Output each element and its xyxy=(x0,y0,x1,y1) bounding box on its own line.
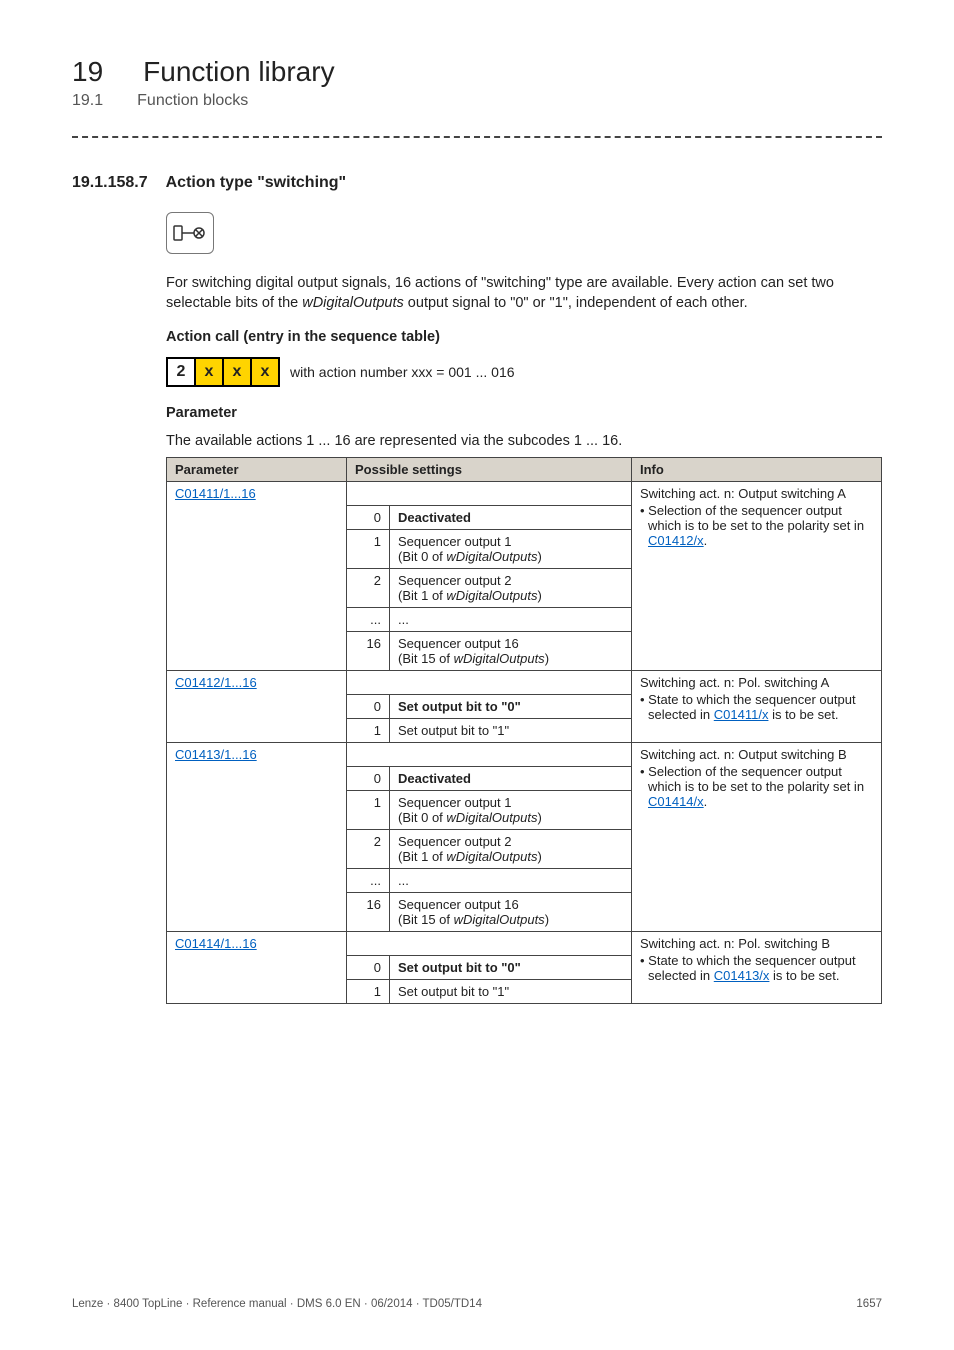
setting-text: Set output bit to "0" xyxy=(390,695,632,719)
intro-text-post: output signal to "0" or "1", independent… xyxy=(404,295,748,311)
info-bullet-post: . xyxy=(704,794,708,809)
parameter-intro: The available actions 1 ... 16 are repre… xyxy=(166,433,882,449)
chapter-title: Function library xyxy=(143,56,334,88)
action-call-heading: Action call (entry in the sequence table… xyxy=(166,329,882,345)
info-bullet-link[interactable]: C01412/x xyxy=(648,533,704,548)
info-cell: Switching act. n: Output switching A • Se… xyxy=(632,482,882,671)
info-bullet-post: is to be set. xyxy=(768,707,838,722)
intro-paragraph: For switching digital output signals, 16… xyxy=(166,274,882,313)
setting-text: Sequencer output 2(Bit 1 of wDigitalOutp… xyxy=(390,830,632,869)
info-bullet-link[interactable]: C01411/x xyxy=(714,707,769,722)
subsection-heading: 19.1.158.7 Action type "switching" xyxy=(72,174,882,192)
setting-number: 1 xyxy=(347,791,390,830)
param-code-cell: C01412/1...16 xyxy=(167,671,347,743)
settings-blank-text xyxy=(390,743,632,767)
setting-text: Deactivated xyxy=(390,506,632,530)
th-settings: Possible settings xyxy=(347,458,632,482)
setting-text: Deactivated xyxy=(390,767,632,791)
setting-number: 16 xyxy=(347,893,390,932)
action-number-label: with action number xxx = 001 ... 016 xyxy=(290,364,515,380)
intro-text-em: wDigitalOutputs xyxy=(302,295,404,311)
footer-left: Lenze · 8400 TopLine · Reference manual … xyxy=(72,1298,482,1310)
th-parameter: Parameter xyxy=(167,458,347,482)
chapter-heading: 19 Function library xyxy=(72,56,882,88)
section-heading: 19.1 Function blocks xyxy=(72,92,882,110)
info-lead: Switching act. n: Output switching A xyxy=(640,486,873,501)
setting-text: Sequencer output 1(Bit 0 of wDigitalOutp… xyxy=(390,791,632,830)
param-code-cell: C01413/1...16 xyxy=(167,743,347,932)
settings-blank-num xyxy=(347,932,390,956)
th-info: Info xyxy=(632,458,882,482)
action-call-row: 2 x x x with action number xxx = 001 ...… xyxy=(166,357,882,387)
settings-blank-num xyxy=(347,743,390,767)
setting-number: 1 xyxy=(347,980,390,1004)
section-title: Function blocks xyxy=(137,92,248,110)
setting-number: 0 xyxy=(347,506,390,530)
setting-number: ... xyxy=(347,869,390,893)
info-cell: Switching act. n: Pol. switching A • Stat… xyxy=(632,671,882,743)
settings-blank-text xyxy=(390,932,632,956)
page-footer: Lenze · 8400 TopLine · Reference manual … xyxy=(72,1298,882,1310)
section-number: 19.1 xyxy=(72,92,103,110)
setting-text: Set output bit to "1" xyxy=(390,980,632,1004)
setting-text: Sequencer output 16(Bit 15 of wDigitalOu… xyxy=(390,632,632,671)
setting-text: Set output bit to "1" xyxy=(390,719,632,743)
info-bullet: • State to which the sequencer output se… xyxy=(640,692,873,722)
footer-right: 1657 xyxy=(856,1298,882,1310)
setting-number: ... xyxy=(347,608,390,632)
info-bullet-pre: • Selection of the sequencer output whic… xyxy=(640,764,864,794)
settings-blank-text xyxy=(390,671,632,695)
info-bullet-link[interactable]: C01414/x xyxy=(648,794,704,809)
action-cell-1: x xyxy=(196,359,224,385)
setting-number: 0 xyxy=(347,956,390,980)
info-bullet: • Selection of the sequencer output whic… xyxy=(640,764,873,809)
settings-blank-num xyxy=(347,671,390,695)
switching-icon xyxy=(166,212,214,254)
info-bullet-post: . xyxy=(704,533,708,548)
setting-text: Sequencer output 16(Bit 15 of wDigitalOu… xyxy=(390,893,632,932)
setting-number: 16 xyxy=(347,632,390,671)
info-bullet: • Selection of the sequencer output whic… xyxy=(640,503,873,548)
settings-blank-num xyxy=(347,482,390,506)
divider xyxy=(72,136,882,138)
setting-number: 1 xyxy=(347,530,390,569)
param-code-link[interactable]: C01413/1...16 xyxy=(175,747,257,762)
parameter-table: Parameter Possible settings Info C01411/… xyxy=(166,457,882,1004)
setting-number: 2 xyxy=(347,830,390,869)
subsection-title: Action type "switching" xyxy=(166,174,347,192)
param-code-cell: C01411/1...16 xyxy=(167,482,347,671)
info-cell: Switching act. n: Pol. switching B • Stat… xyxy=(632,932,882,1004)
parameter-heading: Parameter xyxy=(166,405,882,421)
action-cell-3: x xyxy=(252,359,278,385)
param-code-link[interactable]: C01411/1...16 xyxy=(175,486,256,501)
info-bullet-pre: • Selection of the sequencer output whic… xyxy=(640,503,864,533)
setting-number: 1 xyxy=(347,719,390,743)
info-cell: Switching act. n: Output switching B • Se… xyxy=(632,743,882,932)
info-lead: Switching act. n: Pol. switching B xyxy=(640,936,873,951)
param-code-cell: C01414/1...16 xyxy=(167,932,347,1004)
setting-text: Sequencer output 1(Bit 0 of wDigitalOutp… xyxy=(390,530,632,569)
setting-number: 2 xyxy=(347,569,390,608)
setting-text: Sequencer output 2(Bit 1 of wDigitalOutp… xyxy=(390,569,632,608)
setting-text: Set output bit to "0" xyxy=(390,956,632,980)
setting-number: 0 xyxy=(347,767,390,791)
chapter-number: 19 xyxy=(72,56,103,88)
info-bullet-link[interactable]: C01413/x xyxy=(714,968,770,983)
param-code-link[interactable]: C01412/1...16 xyxy=(175,675,257,690)
settings-blank-text xyxy=(390,482,632,506)
info-lead: Switching act. n: Output switching B xyxy=(640,747,873,762)
setting-number: 0 xyxy=(347,695,390,719)
param-code-link[interactable]: C01414/1...16 xyxy=(175,936,257,951)
subsection-number: 19.1.158.7 xyxy=(72,174,148,192)
setting-text: ... xyxy=(390,608,632,632)
info-bullet-post: is to be set. xyxy=(769,968,839,983)
info-lead: Switching act. n: Pol. switching A xyxy=(640,675,873,690)
action-number-boxes: 2 x x x xyxy=(166,357,280,387)
action-cell-2: x xyxy=(224,359,252,385)
action-cell-0: 2 xyxy=(168,359,196,385)
setting-text: ... xyxy=(390,869,632,893)
info-bullet: • State to which the sequencer output se… xyxy=(640,953,873,983)
